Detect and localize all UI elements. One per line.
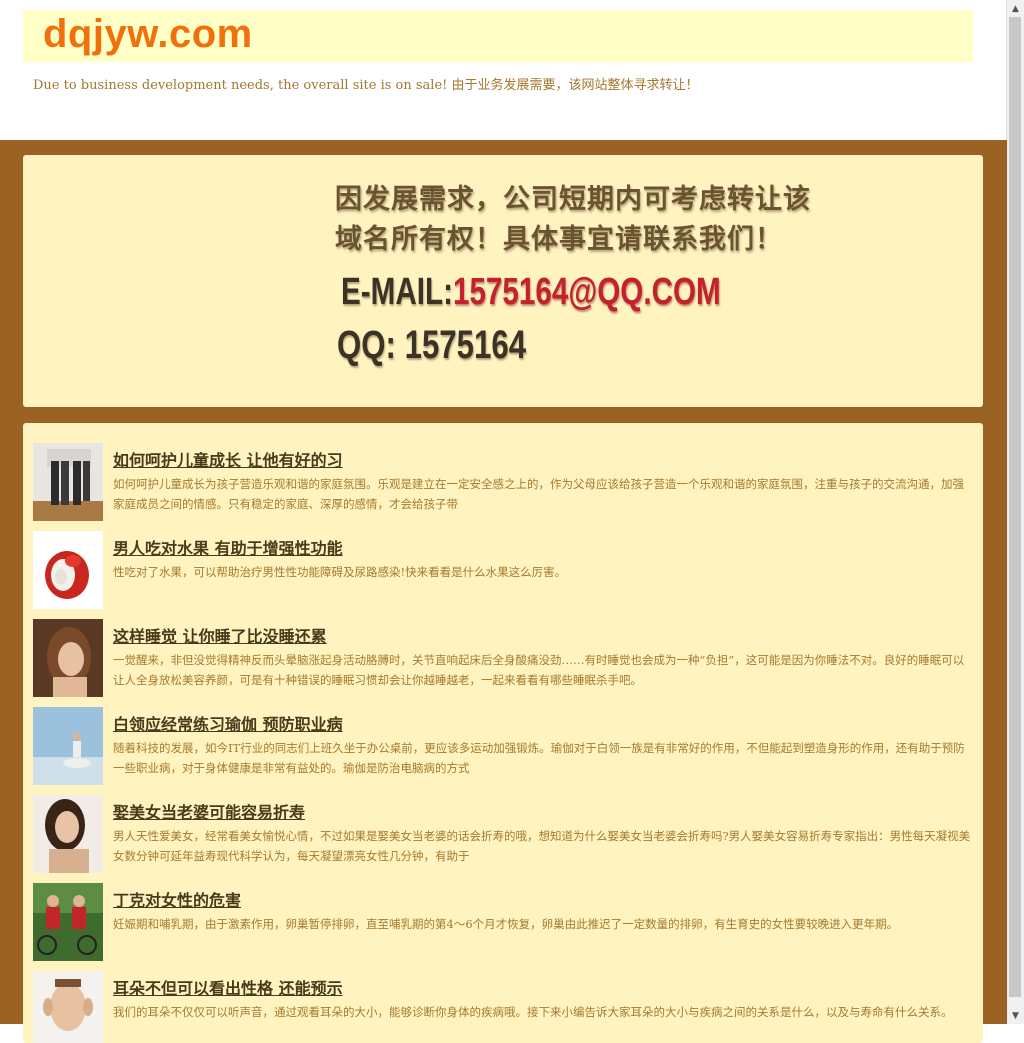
lychee-photo-icon[interactable]: [33, 531, 103, 609]
email-label: E-MAIL:: [341, 271, 453, 313]
article-list: 如何呵护儿童成长 让他有好的习 如何呵护儿童成长为孩子营造乐观和谐的家庭氛围。乐…: [23, 423, 983, 1043]
header-banner: dqjyw.com: [23, 10, 973, 62]
scroll-up-arrow-icon[interactable]: ▲: [1007, 0, 1024, 17]
email-value: 1575164@QQ.COM: [452, 271, 721, 313]
contact-email: E-MAIL:1575164@QQ.COM: [341, 271, 721, 314]
article-title-link[interactable]: 这样睡觉 让你睡了比没睡还累: [113, 623, 327, 647]
yoga-photo-icon[interactable]: [33, 707, 103, 785]
scroll-thumb[interactable]: [1009, 17, 1021, 997]
article-title-link[interactable]: 丁克对女性的危害: [113, 887, 241, 911]
list-item: 男人吃对水果 有助于增强性功能 性吃对了水果，可以帮助治疗男性性功能障碍及尿路感…: [33, 531, 973, 611]
article-summary: 性吃对了水果，可以帮助治疗男性性功能障碍及尿路感染!快来看看是什么水果这么厉害。: [113, 565, 567, 579]
list-item: 耳朵不但可以看出性格 还能预示 我们的耳朵不仅仅可以听声音，通过观看耳朵的大小，…: [33, 971, 973, 1043]
article-summary: 妊娠期和哺乳期，由于激素作用，卵巢暂停排卵，直至哺乳期的第4～6个月才恢复，卵巢…: [113, 917, 899, 931]
sale-notice: Due to business development needs, the o…: [33, 78, 699, 93]
list-item: 娶美女当老婆可能容易折寿 男人天性爱美女，经常看美女愉悦心情，不过如果是娶美女当…: [33, 795, 973, 875]
sleeping-woman-photo-icon[interactable]: [33, 619, 103, 697]
man-ears-photo-icon[interactable]: [33, 971, 103, 1043]
woman-portrait-photo-icon[interactable]: [33, 795, 103, 873]
legs-photo-icon[interactable]: [33, 443, 103, 521]
article-summary: 我们的耳朵不仅仅可以听声音，通过观看耳朵的大小，能够诊断你身体的疾病哦。接下来小…: [113, 1005, 953, 1019]
list-item: 丁克对女性的危害 妊娠期和哺乳期，由于激素作用，卵巢暂停排卵，直至哺乳期的第4～…: [33, 883, 973, 963]
contact-line-1: 因发展需求，公司短期内可考虑转让该: [335, 184, 811, 215]
article-title-link[interactable]: 如何呵护儿童成长 让他有好的习: [113, 447, 343, 471]
vertical-scrollbar[interactable]: ▲ ▼: [1006, 0, 1024, 1024]
scroll-down-arrow-icon[interactable]: ▼: [1007, 1007, 1024, 1024]
article-summary: 随着科技的发展，如今IT行业的同志们上班久坐于办公桌前，更应该多运动加强锻炼。瑜…: [113, 741, 965, 775]
contact-line-2: 域名所有权！具体事宜请联系我们！: [335, 224, 783, 255]
article-title-link[interactable]: 耳朵不但可以看出性格 还能预示: [113, 975, 343, 999]
main-content: 因发展需求，公司短期内可考虑转让该 域名所有权！具体事宜请联系我们！ E-MAI…: [0, 140, 1007, 1043]
list-item: 白领应经常练习瑜伽 预防职业病 随着科技的发展，如今IT行业的同志们上班久坐于办…: [33, 707, 973, 787]
contact-qq: QQ: 1575164: [337, 323, 527, 367]
article-title-link[interactable]: 男人吃对水果 有助于增强性功能: [113, 535, 343, 559]
cycling-couple-photo-icon[interactable]: [33, 883, 103, 961]
article-summary: 如何呵护儿童成长为孩子营造乐观和谐的家庭氛围。乐观是建立在一定安全感之上的，作为…: [113, 477, 964, 511]
site-logo[interactable]: dqjyw.com: [43, 12, 253, 57]
list-item: 这样睡觉 让你睡了比没睡还累 一觉醒来，非但没觉得精神反而头晕脑涨起身活动胳膊时…: [33, 619, 973, 699]
list-item: 如何呵护儿童成长 让他有好的习 如何呵护儿童成长为孩子营造乐观和谐的家庭氛围。乐…: [33, 443, 973, 523]
article-title-link[interactable]: 白领应经常练习瑜伽 预防职业病: [113, 711, 343, 735]
article-summary: 男人天性爱美女，经常看美女愉悦心情，不过如果是娶美女当老婆的话会折寿的哦，想知道…: [113, 829, 971, 863]
article-summary: 一觉醒来，非但没觉得精神反而头晕脑涨起身活动胳膊时，关节直响起床后全身酸痛没劲……: [113, 653, 965, 687]
contact-banner: 因发展需求，公司短期内可考虑转让该 域名所有权！具体事宜请联系我们！ E-MAI…: [23, 155, 983, 407]
article-title-link[interactable]: 娶美女当老婆可能容易折寿: [113, 799, 305, 823]
